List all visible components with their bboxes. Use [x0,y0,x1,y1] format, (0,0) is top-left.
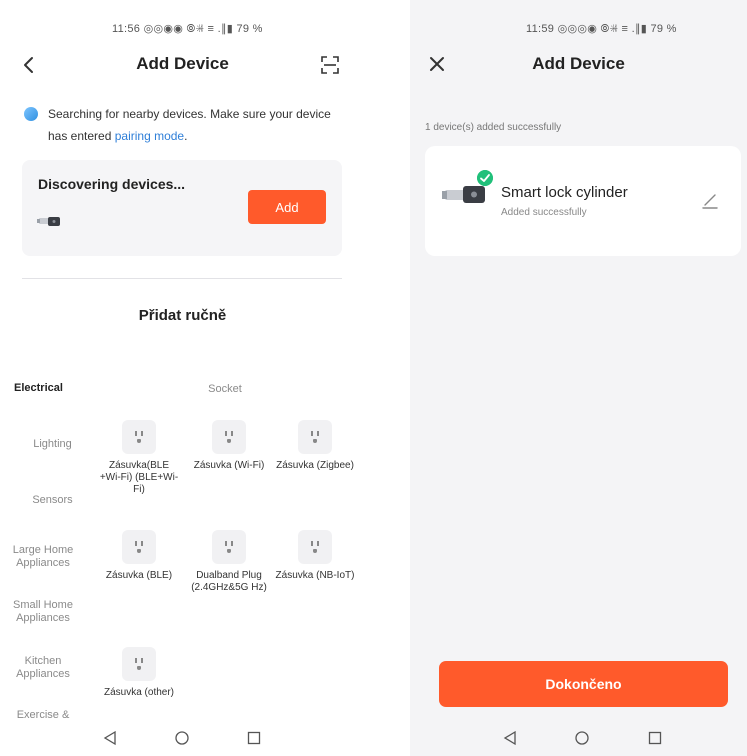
device-tile[interactable]: Zásuvka (other) [99,647,179,699]
nav-home-icon[interactable] [174,730,190,746]
section-title-socket: Socket [208,383,242,395]
device-tile[interactable]: Zásuvka (NB-IoT) [275,530,355,582]
nav-back-icon[interactable] [502,730,518,746]
device-tile[interactable]: Dualband Plug (2.4GHz&5G Hz) [189,530,269,594]
nav-recents-icon[interactable] [647,730,663,746]
category-small-home-appliances[interactable]: Small Home Appliances [5,599,81,625]
device-tile[interactable]: Zásuvka (Wi-Fi) [189,420,269,472]
nav-back-icon[interactable] [102,730,118,746]
tile-label: Zásuvka(BLE +Wi-Fi) (BLE+Wi-Fi) [99,460,179,495]
discovering-title: Discovering devices... [38,176,186,192]
add-button[interactable]: Add [248,190,326,224]
status-bar: 11:56 ◎◎◉◉ ⦾✳⃒ ≡ .∥▮ 79 % [112,23,263,35]
socket-icon [298,530,332,564]
socket-icon [212,420,246,454]
tile-label: Zásuvka (other) [103,687,175,698]
nav-recents-icon[interactable] [246,730,262,746]
category-sensors[interactable]: Sensors [0,494,105,507]
device-status: Added successfully [501,207,587,218]
tile-label: Zásuvka (Wi-Fi) [193,460,265,471]
searching-indicator-icon [24,107,38,121]
socket-icon [122,530,156,564]
add-device-success-screen: 11:59 ◎◎◎◉ ⦾✳⃒ ≡ .∥▮ 79 % Add Device 1 d… [410,0,747,756]
device-tile[interactable]: Zásuvka (Zigbee) [275,420,355,472]
socket-icon [122,420,156,454]
system-nav-bar [410,722,747,756]
category-large-home-appliances[interactable]: Large Home Appliances [5,544,81,570]
done-button[interactable]: Dokončeno [439,661,728,707]
search-suffix: . [184,129,188,143]
lock-cylinder-icon [37,217,60,226]
discovering-card: Discovering devices... Add [22,160,342,256]
check-icon [477,170,493,186]
tile-label: Dualband Plug (2.4GHz&5G Hz) [191,570,267,593]
status-bar: 11:59 ◎◎◎◉ ⦾✳⃒ ≡ .∥▮ 79 % [526,23,677,35]
search-instructions: Searching for nearby devices. Make sure … [48,103,348,147]
device-tile[interactable]: Zásuvka (BLE) [99,530,179,582]
tile-label: Zásuvka (BLE) [105,570,173,581]
add-device-search-screen: 11:56 ◎◎◉◉ ⦾✳⃒ ≡ .∥▮ 79 % Add Device Sea… [0,0,365,756]
edit-icon[interactable] [701,192,719,210]
tile-label: Zásuvka (NB-IoT) [275,570,355,581]
tile-label: Zásuvka (Zigbee) [276,460,354,471]
page-title: Add Device [532,54,625,73]
socket-icon [212,530,246,564]
added-device-card[interactable]: Smart lock cylinder Added successfully [425,146,741,256]
search-text: Searching for nearby devices. Make sure … [48,107,331,143]
device-tile[interactable]: Zásuvka(BLE +Wi-Fi) (BLE+Wi-Fi) [99,420,179,496]
nav-home-icon[interactable] [574,730,590,746]
device-name: Smart lock cylinder [501,184,628,201]
manual-add-title: Přidat ručně [138,307,227,324]
socket-icon [122,647,156,681]
success-count: 1 device(s) added successfully [425,122,562,133]
divider [22,278,342,279]
category-electrical[interactable]: Electrical [14,382,104,395]
category-lighting[interactable]: Lighting [0,438,105,451]
page-title: Add Device [136,54,229,73]
category-kitchen-appliances[interactable]: Kitchen Appliances [5,655,81,681]
scan-icon[interactable] [321,56,339,74]
pairing-mode-link[interactable]: pairing mode [115,129,184,143]
system-nav-bar [0,722,365,756]
socket-icon [298,420,332,454]
